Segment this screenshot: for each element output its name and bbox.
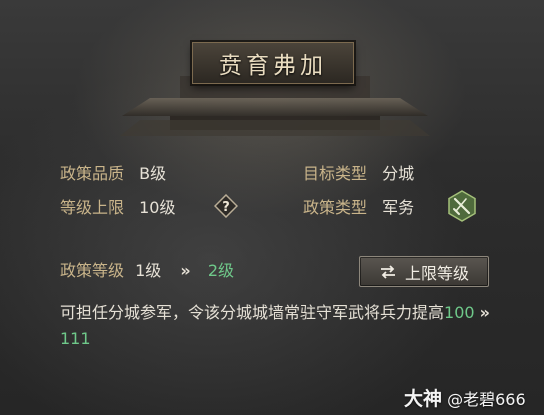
effect-text: 可担任分城参军，令该分城城墙常驻守军武将兵力提高 — [60, 303, 445, 322]
policy-detail-panel: 贲育弗加 政策品质 B级 目标类型 分城 等级上限 10级 ? 政策类型 军务 … — [0, 0, 544, 415]
quality-row: 政策品质 B级 — [60, 164, 166, 184]
policy-level-row: 政策等级 1级 » 2级 — [60, 261, 234, 281]
effect-arrow: » — [479, 303, 490, 322]
military-sword-icon — [448, 190, 476, 222]
policy-level-label: 政策等级 — [60, 261, 125, 280]
effect-from-value: 100 — [444, 303, 475, 322]
policy-level-next: 2级 — [207, 261, 235, 280]
policy-title: 贲育弗加 — [219, 53, 327, 79]
target-type-row: 目标类型 分城 — [303, 164, 414, 184]
policy-level-current: 1级 — [135, 261, 162, 280]
policy-title-plaque: 贲育弗加 — [192, 42, 354, 84]
question-icon[interactable]: ? — [214, 194, 238, 218]
level-cap-label: 等级上限 — [60, 198, 125, 217]
effect-to-value: 111 — [60, 329, 91, 348]
policy-type-row: 政策类型 军务 — [303, 198, 414, 218]
policy-effect-description: 可担任分城参军，令该分城城墙常驻守军武将兵力提高100 » 111 — [60, 300, 500, 352]
policy-type-label: 政策类型 — [303, 198, 368, 217]
raise-level-cap-label: 上限等级 — [404, 263, 469, 283]
quality-value: B级 — [139, 164, 167, 183]
quality-label: 政策品质 — [60, 164, 125, 183]
watermark: 大神 @老碧666 — [404, 384, 526, 411]
target-type-value: 分城 — [382, 164, 415, 183]
policy-type-value: 军务 — [382, 198, 415, 217]
level-cap-row: 等级上限 10级 — [60, 198, 175, 218]
level-cap-value: 10级 — [139, 198, 176, 217]
level-arrow: » — [180, 261, 191, 280]
swap-arrows-icon — [380, 264, 395, 279]
raise-level-cap-button[interactable]: 上限等级 — [359, 256, 489, 287]
watermark-brand: 大神 — [404, 388, 443, 410]
svg-text:?: ? — [222, 200, 230, 215]
watermark-user: @老碧666 — [447, 390, 526, 409]
target-type-label: 目标类型 — [303, 164, 368, 183]
